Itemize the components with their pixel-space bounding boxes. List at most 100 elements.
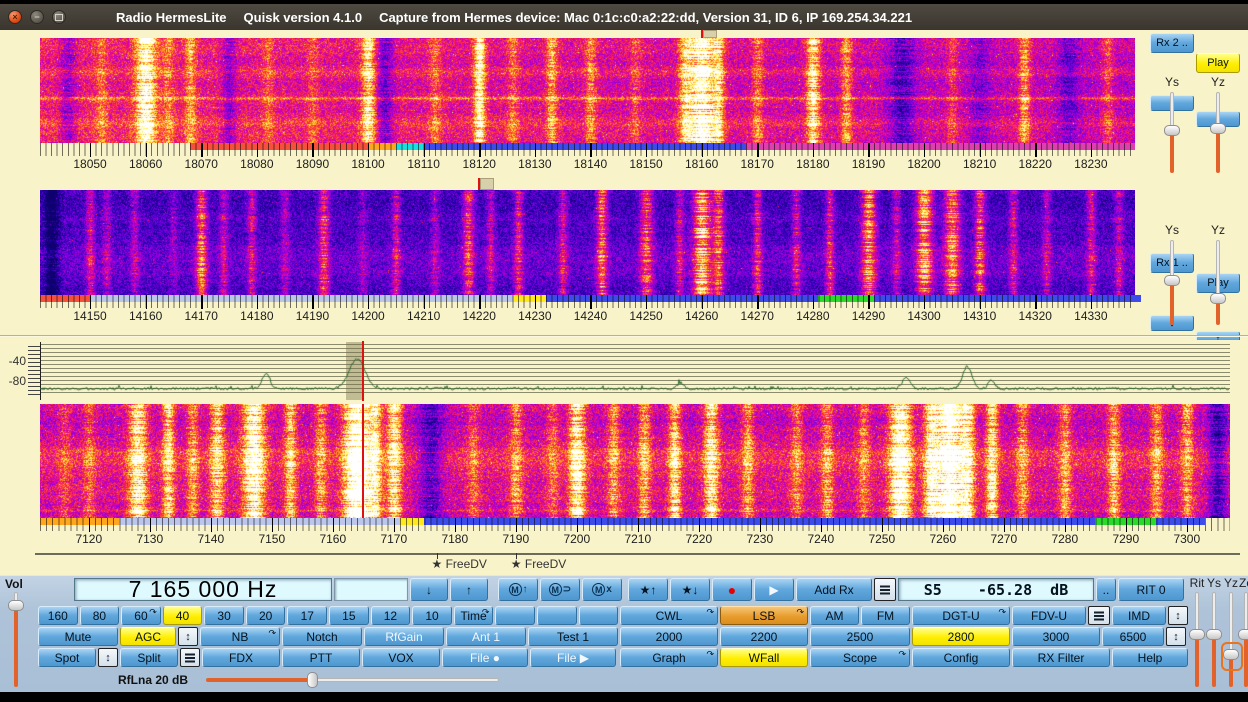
10-button[interactable]: 10 xyxy=(412,606,452,625)
spin-button[interactable]: ↕ xyxy=(178,627,198,646)
frequency-entry[interactable] xyxy=(334,578,408,601)
imd-button[interactable]: IMD xyxy=(1112,606,1166,625)
split-button[interactable]: Split xyxy=(120,648,178,667)
waterfall-wf3[interactable] xyxy=(40,404,1230,518)
fdv-u-button[interactable]: FDV-U xyxy=(1012,606,1086,625)
12-button[interactable]: 12 xyxy=(371,606,411,625)
major-tick xyxy=(590,295,591,309)
config-button[interactable]: Config xyxy=(912,648,1010,667)
zo-slider[interactable] xyxy=(1237,591,1248,688)
maximize-button[interactable] xyxy=(52,10,66,24)
spin-button[interactable]: ↕ xyxy=(1168,606,1188,625)
test-1-button[interactable]: Test 1 xyxy=(528,627,618,646)
40-button[interactable]: 40 xyxy=(163,606,203,625)
slider-handle[interactable] xyxy=(1206,629,1222,640)
rflna-slider[interactable] xyxy=(205,671,500,689)
ptt-button[interactable]: PTT xyxy=(282,648,360,667)
30-button[interactable]: 30 xyxy=(204,606,244,625)
20-button[interactable]: 20 xyxy=(246,606,286,625)
time-button[interactable]: Time↷ xyxy=(454,606,494,625)
list-button[interactable] xyxy=(180,648,200,667)
2200-button[interactable]: 2200 xyxy=(720,627,808,646)
slider-handle[interactable] xyxy=(307,672,318,688)
lsb-button[interactable]: LSB↷ xyxy=(720,606,808,625)
slider-track xyxy=(1195,592,1199,634)
blank-button[interactable] xyxy=(495,606,535,625)
nb-button[interactable]: NB↷ xyxy=(200,627,280,646)
spin-button[interactable]: ↕ xyxy=(1166,627,1186,646)
2000-button[interactable]: 2000 xyxy=(620,627,718,646)
slider-handle[interactable] xyxy=(1210,123,1226,134)
slider-handle[interactable] xyxy=(1210,293,1226,304)
mute-button[interactable]: Mute xyxy=(38,627,118,646)
memory-delete-button[interactable]: Mx xyxy=(582,578,622,601)
80-button[interactable]: 80 xyxy=(80,606,120,625)
slider-handle[interactable] xyxy=(1164,275,1180,286)
list-button[interactable] xyxy=(1088,606,1110,625)
ys-slider[interactable] xyxy=(1205,591,1223,688)
help-button[interactable]: Help xyxy=(1112,648,1188,667)
wfall-button[interactable]: WFall xyxy=(720,648,808,667)
playback-button[interactable]: ▶ xyxy=(754,578,794,601)
dgt-u-button[interactable]: DGT-U↷ xyxy=(912,606,1010,625)
rx-2-ys-slider[interactable] xyxy=(1163,91,1181,174)
record-button[interactable]: ● xyxy=(712,578,752,601)
waterfall-wf1[interactable] xyxy=(40,38,1135,143)
waterfall-wf2[interactable] xyxy=(40,190,1135,295)
ant-1-button[interactable]: Ant 1 xyxy=(446,627,526,646)
6500-button[interactable]: 6500 xyxy=(1102,627,1164,646)
rx-1-ys-slider[interactable] xyxy=(1163,239,1181,326)
file-button[interactable]: File ● xyxy=(442,648,528,667)
spot-button[interactable]: Spot xyxy=(38,648,96,667)
spin-button[interactable]: ↕ xyxy=(98,648,118,667)
add-rx-button[interactable]: Add Rx xyxy=(796,578,872,601)
agc-button[interactable]: AGC xyxy=(120,627,176,646)
rx-2-play-button[interactable]: Play xyxy=(1196,53,1240,73)
frequency-scale-wf1[interactable]: 1805018060180701808018090181001811018120… xyxy=(0,143,1248,176)
cwl-button[interactable]: CWL↷ xyxy=(620,606,718,625)
close-button[interactable]: × xyxy=(8,10,22,24)
favorite-save-button[interactable]: ★↑ xyxy=(628,578,668,601)
graph-button[interactable]: Graph↷ xyxy=(620,648,718,667)
tune-down-button[interactable]: ↓ xyxy=(410,578,448,601)
17-button[interactable]: 17 xyxy=(287,606,327,625)
3000-button[interactable]: 3000 xyxy=(1012,627,1100,646)
rfgain-button[interactable]: RfGain xyxy=(364,627,444,646)
rx-2-button[interactable]: Rx 2 .. xyxy=(1150,33,1194,53)
am-button[interactable]: AM xyxy=(810,606,859,625)
blank-button[interactable] xyxy=(579,606,619,625)
rx-1-yz-slider[interactable] xyxy=(1209,239,1227,326)
slider-handle[interactable] xyxy=(1189,629,1205,640)
slider-handle[interactable] xyxy=(1164,125,1180,136)
2800-button[interactable]: 2800 xyxy=(912,627,1010,646)
fm-button[interactable]: FM xyxy=(861,606,910,625)
band-list-button[interactable] xyxy=(874,578,896,601)
frequency-scale-wf3[interactable]: 7120713071407150716071707180719072007210… xyxy=(0,518,1248,550)
spectrum-graph[interactable]: -40-80 xyxy=(0,340,1248,402)
smeter-menu-button[interactable]: .. xyxy=(1096,578,1116,601)
scope-button[interactable]: Scope↷ xyxy=(810,648,910,667)
rit-slider[interactable] xyxy=(1188,591,1206,688)
15-button[interactable]: 15 xyxy=(329,606,369,625)
file-button[interactable]: File ▶ xyxy=(530,648,616,667)
notch-button[interactable]: Notch xyxy=(282,627,362,646)
rit-button[interactable]: RIT 0 xyxy=(1118,578,1184,601)
vox-button[interactable]: VOX xyxy=(362,648,440,667)
favorite-popup-button[interactable]: ★↓ xyxy=(670,578,710,601)
volume-slider[interactable] xyxy=(7,591,25,688)
minimize-button[interactable]: − xyxy=(30,10,44,24)
fdx-button[interactable]: FDX xyxy=(202,648,280,667)
rx-filter-button[interactable]: RX Filter xyxy=(1012,648,1110,667)
major-tick xyxy=(272,518,273,532)
slider-handle[interactable] xyxy=(8,600,24,611)
160-button[interactable]: 160 xyxy=(38,606,78,625)
frequency-scale-wf2[interactable]: 1415014160141701418014190142001421014220… xyxy=(0,295,1248,328)
2500-button[interactable]: 2500 xyxy=(810,627,910,646)
blank-button[interactable] xyxy=(537,606,577,625)
memory-next-button[interactable]: M⊃ xyxy=(540,578,580,601)
rx-2-yz-slider[interactable] xyxy=(1209,91,1227,174)
tune-up-button[interactable]: ↑ xyxy=(450,578,488,601)
slider-handle[interactable] xyxy=(1238,629,1248,640)
memory-save-button[interactable]: M↑ xyxy=(498,578,538,601)
60-button[interactable]: 60↷ xyxy=(121,606,161,625)
